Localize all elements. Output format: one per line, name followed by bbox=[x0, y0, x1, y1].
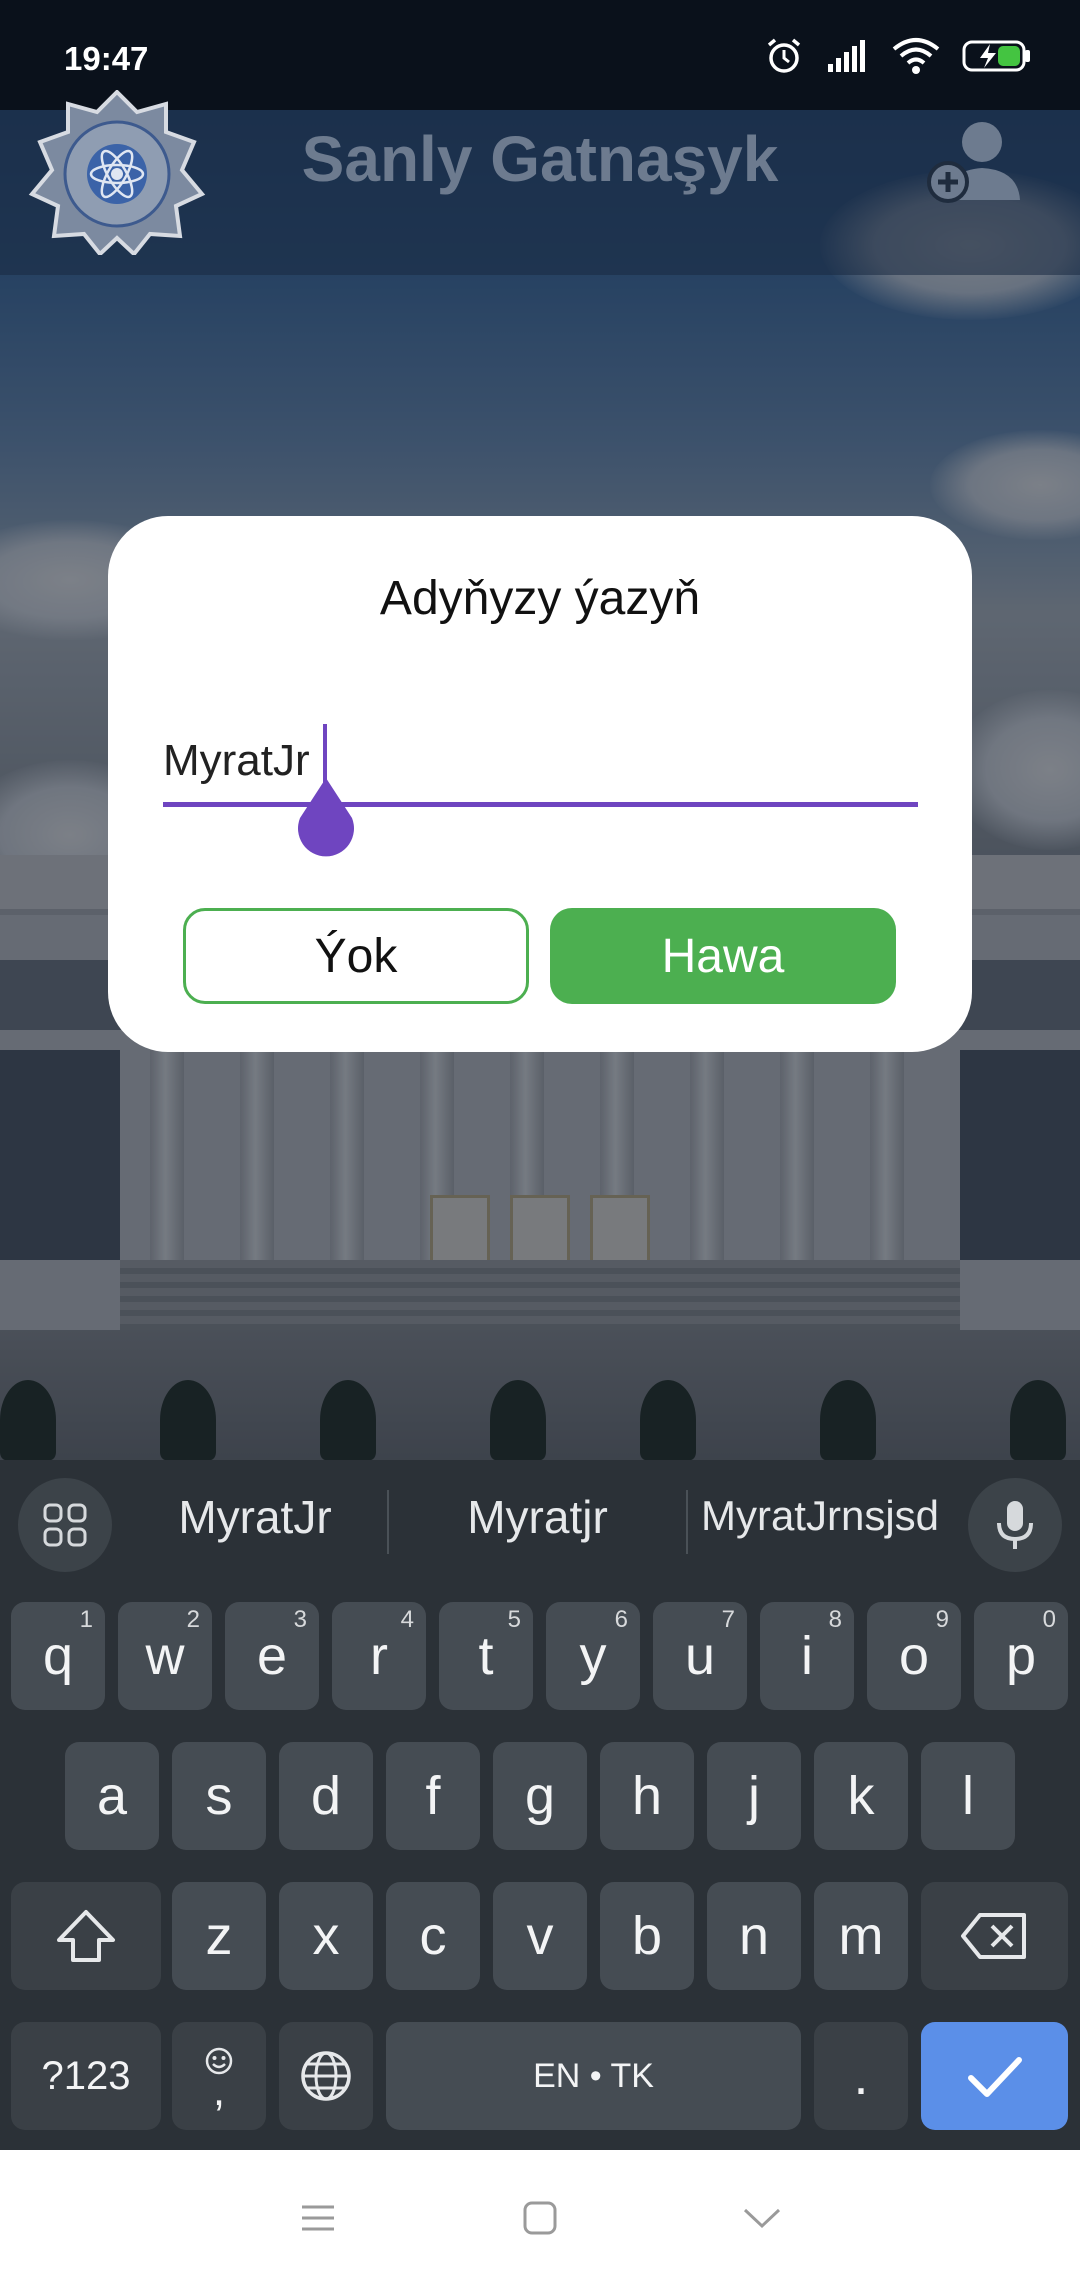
back-chevron-icon bbox=[743, 2208, 781, 2229]
dialog-title: Adyňyzy ýazyň bbox=[379, 572, 701, 625]
key-v[interactable]: v bbox=[493, 1882, 587, 1990]
key-d[interactable]: d bbox=[279, 1742, 373, 1850]
key-a[interactable]: a bbox=[65, 1742, 159, 1850]
key-w[interactable]: w2 bbox=[118, 1602, 212, 1710]
backspace-icon bbox=[960, 1913, 1026, 1959]
key-y[interactable]: y6 bbox=[546, 1602, 640, 1710]
voice-input-button[interactable] bbox=[968, 1478, 1062, 1572]
battery-charging-icon bbox=[962, 40, 1030, 72]
microphone-icon bbox=[997, 1501, 1033, 1549]
key-x[interactable]: x bbox=[279, 1882, 373, 1990]
key-z[interactable]: z bbox=[172, 1882, 266, 1990]
wifi-icon bbox=[892, 38, 940, 74]
key-e[interactable]: e3 bbox=[225, 1602, 319, 1710]
period-key[interactable]: . bbox=[814, 2022, 908, 2130]
confirm-button[interactable]: Hawa bbox=[550, 908, 896, 1004]
suggestion-2[interactable]: Myratjr bbox=[410, 1490, 665, 1544]
key-m[interactable]: m bbox=[814, 1882, 908, 1990]
signal-icon bbox=[828, 40, 865, 72]
key-r[interactable]: r4 bbox=[332, 1602, 426, 1710]
back-button[interactable] bbox=[732, 2188, 792, 2248]
apps-grid-icon bbox=[43, 1503, 87, 1547]
name-dialog: Adyňyzy ýazyň MyratJr Ýok Hawa bbox=[108, 516, 972, 1052]
input-underline bbox=[163, 802, 918, 807]
suggestion-bar: MyratJr Myratjr MyratJrnsjsd bbox=[0, 1460, 1080, 1580]
key-j[interactable]: j bbox=[707, 1742, 801, 1850]
key-f[interactable]: f bbox=[386, 1742, 480, 1850]
menu-icon bbox=[302, 2205, 334, 2231]
cancel-button[interactable]: Ýok bbox=[183, 908, 529, 1004]
emoji-comma-key[interactable]: , bbox=[172, 2022, 266, 2130]
check-icon bbox=[967, 2057, 1022, 2097]
key-i[interactable]: i8 bbox=[760, 1602, 854, 1710]
alarm-icon bbox=[767, 38, 801, 73]
space-key[interactable]: EN • TK bbox=[386, 2022, 801, 2130]
apps-grid-button[interactable] bbox=[18, 1478, 112, 1572]
key-k[interactable]: k bbox=[814, 1742, 908, 1850]
backspace-key[interactable] bbox=[921, 1882, 1068, 1990]
comma-label: , bbox=[212, 2066, 226, 2115]
language-key[interactable] bbox=[279, 2022, 373, 2130]
status-time: 19:47 bbox=[64, 40, 149, 77]
soft-keyboard: MyratJr Myratjr MyratJrnsjsd q1 w2 e3 r4… bbox=[0, 1460, 1080, 2150]
key-q[interactable]: q1 bbox=[11, 1602, 105, 1710]
home-square-icon bbox=[523, 2201, 557, 2235]
key-o[interactable]: o9 bbox=[867, 1602, 961, 1710]
shift-key[interactable] bbox=[11, 1882, 161, 1990]
key-b[interactable]: b bbox=[600, 1882, 694, 1990]
key-u[interactable]: u7 bbox=[653, 1602, 747, 1710]
name-input[interactable]: MyratJr bbox=[163, 716, 918, 857]
symbols-key[interactable]: ?123 bbox=[11, 2022, 161, 2130]
app-title: Sanly Gatnaşyk bbox=[301, 123, 779, 195]
menu-button[interactable] bbox=[288, 2188, 348, 2248]
key-n[interactable]: n bbox=[707, 1882, 801, 1990]
key-g[interactable]: g bbox=[493, 1742, 587, 1850]
enter-key[interactable] bbox=[921, 2022, 1068, 2130]
globe-icon bbox=[301, 2051, 351, 2101]
suggestion-3[interactable]: MyratJrnsjsd bbox=[690, 1492, 950, 1540]
add-user-icon[interactable] bbox=[926, 112, 1022, 208]
cursor-handle[interactable] bbox=[296, 778, 356, 858]
key-h[interactable]: h bbox=[600, 1742, 694, 1850]
suggestion-1[interactable]: MyratJr bbox=[130, 1490, 380, 1544]
navigation-bar bbox=[0, 2150, 1080, 2280]
key-l[interactable]: l bbox=[921, 1742, 1015, 1850]
home-button[interactable] bbox=[510, 2188, 570, 2248]
shift-icon bbox=[57, 1910, 115, 1962]
key-t[interactable]: t5 bbox=[439, 1602, 533, 1710]
status-icons bbox=[764, 36, 1032, 76]
key-c[interactable]: c bbox=[386, 1882, 480, 1990]
key-p[interactable]: p0 bbox=[974, 1602, 1068, 1710]
key-s[interactable]: s bbox=[172, 1742, 266, 1850]
name-input-value: MyratJr bbox=[163, 736, 310, 785]
